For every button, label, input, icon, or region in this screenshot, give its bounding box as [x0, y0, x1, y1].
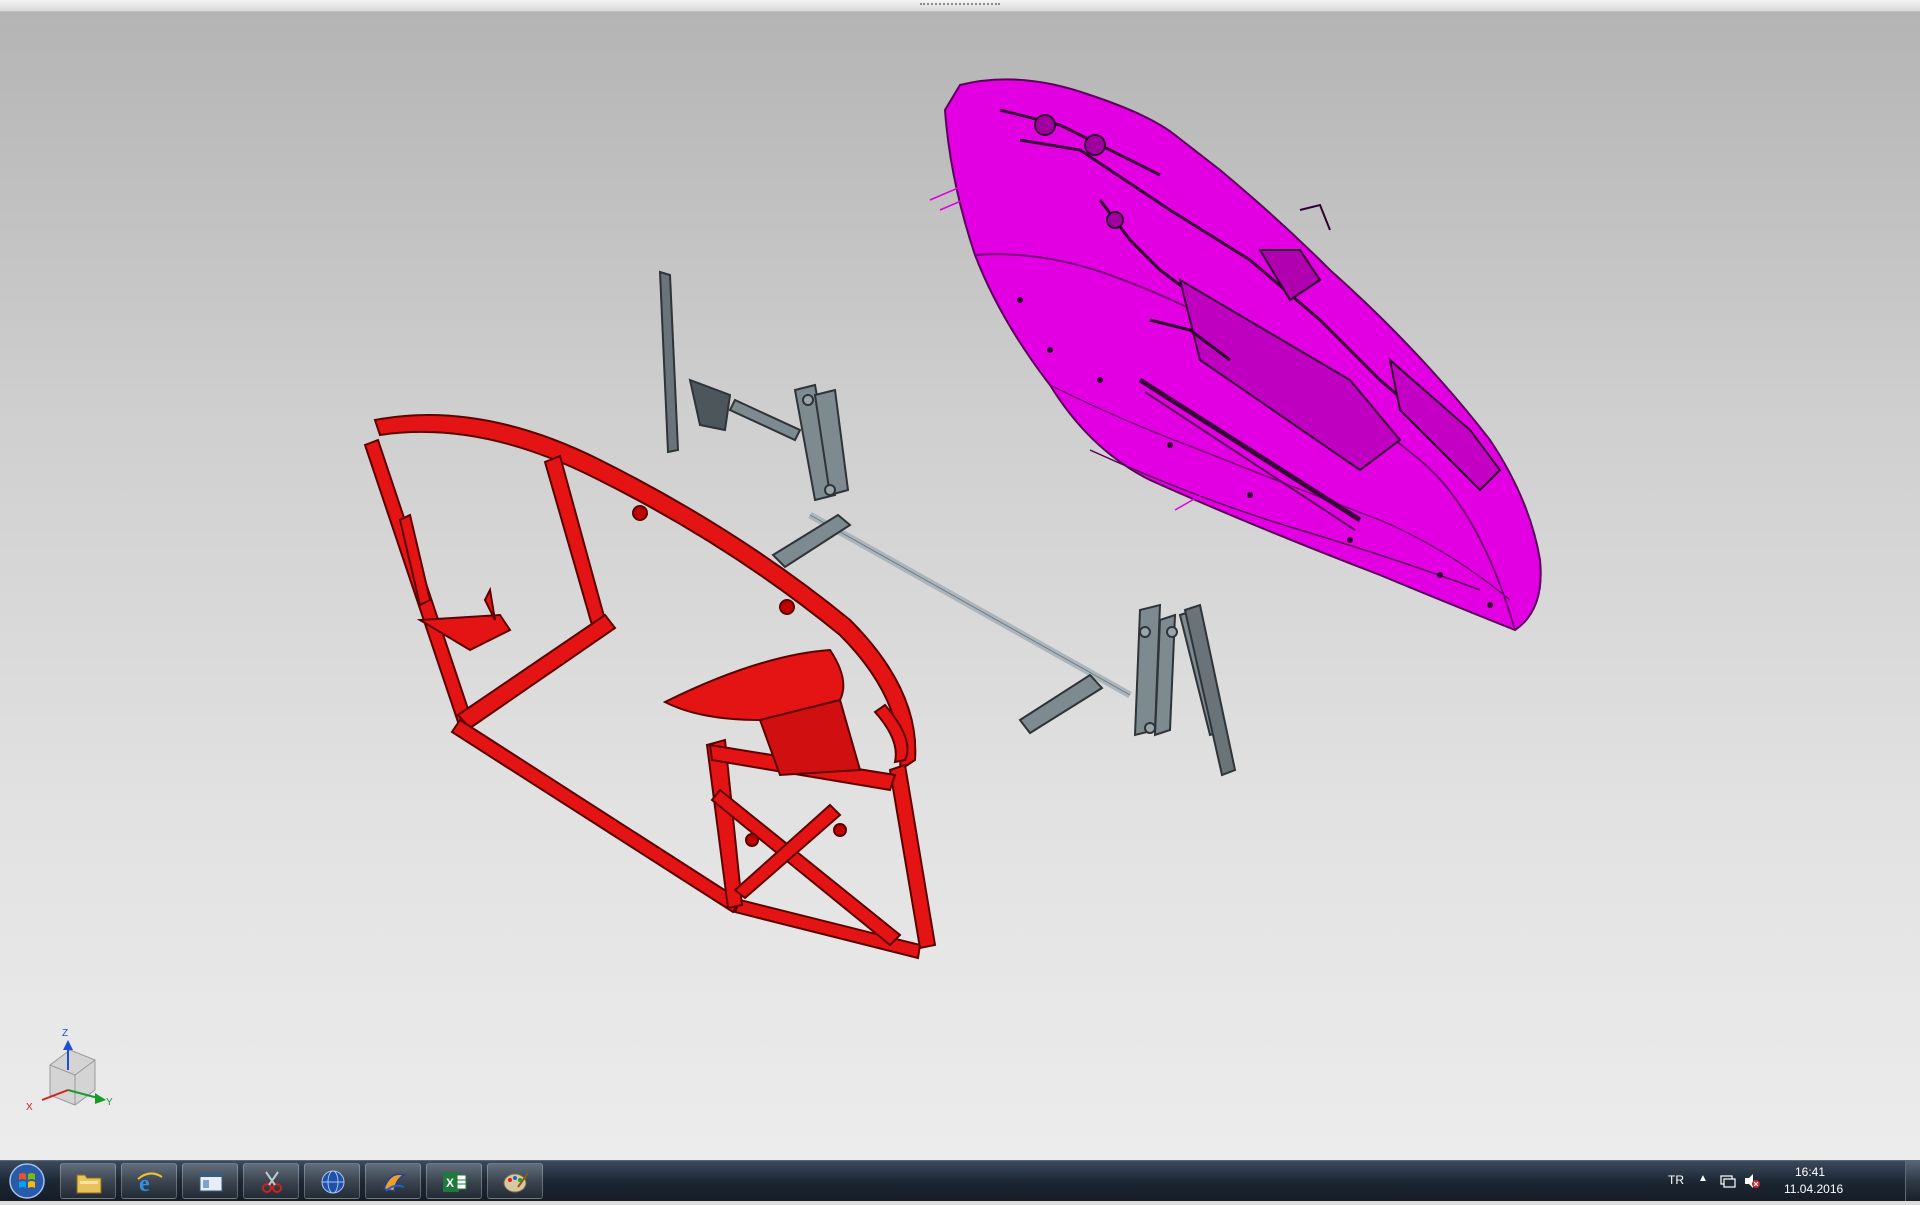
z-axis-label: Z: [62, 1028, 68, 1039]
window-app-taskbar-button[interactable]: [182, 1163, 238, 1199]
scissors-icon: [262, 1171, 282, 1193]
snipping-tool-taskbar-button[interactable]: [243, 1163, 299, 1199]
ie-icon: e: [137, 1171, 163, 1195]
excel-icon: X: [443, 1172, 467, 1192]
svg-text:X: X: [446, 1176, 454, 1190]
excel-taskbar-button[interactable]: X: [426, 1163, 482, 1199]
cad-icon: [383, 1173, 407, 1192]
show-desktop-button[interactable]: [1905, 1161, 1920, 1201]
volume-muted-icon[interactable]: [1744, 1173, 1760, 1189]
paint-icon: [503, 1172, 529, 1193]
globe-app-taskbar-button[interactable]: [304, 1163, 360, 1199]
clock-date[interactable]: 11.04.2016: [1784, 1182, 1843, 1196]
globe-icon: [321, 1170, 345, 1194]
clock-time[interactable]: 16:41: [1795, 1165, 1825, 1179]
model-canvas: Z X Y: [26, 78, 1542, 1113]
window-icon: [199, 1172, 223, 1192]
magenta-body-shell[interactable]: [929, 78, 1542, 632]
cad-3d-viewport[interactable]: Z X Y: [0, 12, 1920, 1160]
y-axis-label: Y: [106, 1097, 113, 1108]
internet-explorer-taskbar-button[interactable]: e: [121, 1163, 177, 1199]
windows-logo-icon: [9, 1163, 45, 1199]
network-icon[interactable]: [1720, 1174, 1736, 1188]
window-top-bar: [0, 0, 1920, 12]
red-chassis-frame[interactable]: [363, 414, 937, 960]
paint-taskbar-button[interactable]: [487, 1163, 543, 1199]
axis-triad[interactable]: Z X Y: [26, 1028, 113, 1113]
language-indicator[interactable]: TR: [1668, 1173, 1684, 1187]
folder-icon: [76, 1174, 102, 1194]
file-explorer-taskbar-button[interactable]: [60, 1163, 116, 1199]
x-axis-label: X: [26, 1102, 33, 1113]
resize-grip[interactable]: [920, 3, 1000, 9]
start-button[interactable]: [2, 1162, 52, 1200]
system-tray: TR ▲ 16:41 11.04.2016: [1660, 1161, 1920, 1201]
show-hidden-icons-icon[interactable]: ▲: [1698, 1173, 1708, 1184]
taskbar: e X TR ▲ 16:41 11.04.2016: [0, 1160, 1920, 1201]
cad-app-taskbar-button[interactable]: [365, 1163, 421, 1199]
